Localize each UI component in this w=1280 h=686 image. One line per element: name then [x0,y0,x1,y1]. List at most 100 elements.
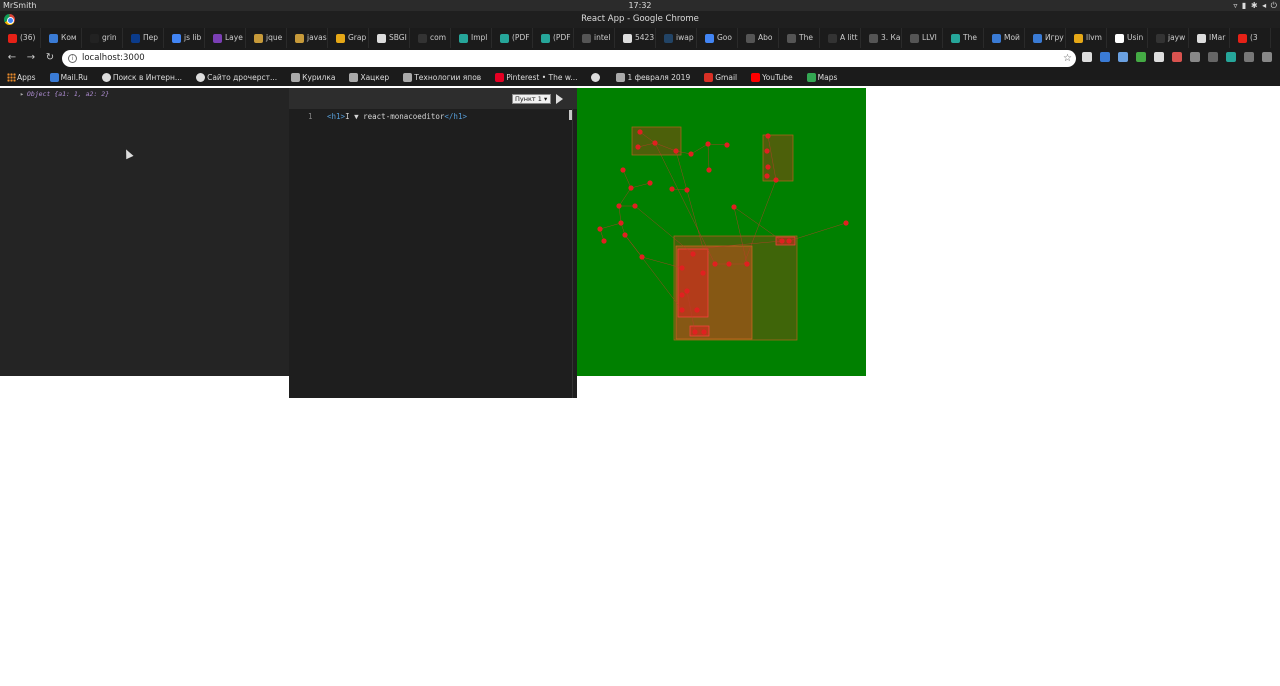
browser-tab[interactable]: IMar [1189,28,1230,48]
bookmark-item[interactable]: Поиск в Интерн... [96,69,182,86]
power-icon[interactable]: ⏻ [1271,1,1278,10]
graph-node[interactable] [679,307,685,313]
graph-node[interactable] [705,141,711,147]
graph-node[interactable] [744,261,750,267]
extension-icon[interactable] [1136,52,1146,62]
code-line[interactable]: <h1>I ▼ react-monacoeditor</h1> [327,112,467,121]
bookmark-item[interactable]: Maps [801,69,837,86]
bookmark-item[interactable]: Pinterest • The w... [489,69,577,86]
reload-icon[interactable]: ↻ [44,52,56,64]
bookmark-item[interactable]: Сайто дрочерст... [190,69,277,86]
graph-svg[interactable] [577,88,866,376]
browser-tab[interactable]: iwap [656,28,697,48]
browser-tab[interactable]: 3. Ка [861,28,902,48]
graph-node[interactable] [692,329,698,335]
browser-tab[interactable]: Abo [738,28,779,48]
graph-node[interactable] [724,142,730,148]
settings-icon[interactable]: ✱ [1251,1,1259,10]
browser-tab[interactable]: grin [82,28,123,48]
graph-node[interactable] [731,204,737,210]
graph-node[interactable] [635,144,641,150]
browser-tab[interactable]: intel [574,28,615,48]
extension-icon[interactable] [1262,52,1272,62]
graph-canvas[interactable] [577,88,866,376]
graph-node[interactable] [673,148,679,154]
extension-icon[interactable] [1100,52,1110,62]
wifi-icon[interactable]: ▿ [1233,1,1238,10]
graph-node[interactable] [712,261,718,267]
browser-tab[interactable]: A litt [820,28,861,48]
back-arrow-icon[interactable]: ← [6,52,18,64]
graph-node[interactable] [779,238,785,244]
graph-node[interactable] [616,203,622,209]
run-play-icon[interactable] [556,94,563,104]
graph-node[interactable] [652,140,658,146]
graph-node[interactable] [843,220,849,226]
browser-tab[interactable]: Usin [1107,28,1148,48]
bookmark-item[interactable]: Технологии япов [397,69,481,86]
graph-node[interactable] [765,164,771,170]
battery-icon[interactable]: ▮ [1242,1,1247,10]
graph-node[interactable] [764,173,770,179]
bookmark-item[interactable]: Apps [0,69,36,86]
bookmark-item[interactable]: Gmail [698,69,737,86]
graph-node[interactable] [684,187,690,193]
browser-tab[interactable]: Пер [123,28,164,48]
browser-tab[interactable]: Impl [451,28,492,48]
info-icon[interactable]: i [68,54,77,63]
graph-node[interactable] [628,185,634,191]
graph-node[interactable] [597,226,603,232]
graph-node[interactable] [764,148,770,154]
extension-icon[interactable] [1172,52,1182,62]
extension-icon[interactable] [1226,52,1236,62]
graph-node[interactable] [706,167,712,173]
graph-node[interactable] [679,265,685,271]
code-editor[interactable]: Пункт 1 ▾ 1 <h1>I ▼ react-monacoeditor</… [289,88,577,398]
console-log-entry[interactable]: ▸ Object {a1: 1, a2: 2} [20,90,109,98]
graph-node[interactable] [786,238,792,244]
graph-node[interactable] [637,129,643,135]
expand-triangle-icon[interactable]: ▸ [20,90,24,98]
graph-node[interactable] [694,307,700,313]
graph-node[interactable] [700,270,706,276]
graph-node[interactable] [622,232,628,238]
extension-icon[interactable] [1208,52,1218,62]
browser-tab[interactable]: (PDF [492,28,533,48]
system-tray[interactable]: ▿ ▮ ✱ ◂ ⏻ [1233,0,1278,11]
browser-tab[interactable]: Мой [984,28,1025,48]
browser-tab[interactable]: Goo [697,28,738,48]
extension-icon[interactable] [1244,52,1254,62]
extension-icon[interactable] [1082,52,1092,62]
browser-tab[interactable]: Ком [41,28,82,48]
bookmark-item[interactable]: YouTube [745,69,793,86]
graph-node[interactable] [679,292,685,298]
editor-scrollbar-track[interactable] [572,109,573,398]
browser-tab[interactable]: The [779,28,820,48]
address-bar[interactable]: i localhost:3000 ☆ [62,50,1076,67]
graph-node[interactable] [773,177,779,183]
graph-node[interactable] [618,220,624,226]
browser-tab[interactable]: (36) [0,28,41,48]
graph-node[interactable] [632,203,638,209]
browser-tab[interactable]: The [943,28,984,48]
menu-dropdown[interactable]: Пункт 1 ▾ [512,94,551,104]
bookmark-item[interactable]: Хацкер [343,69,389,86]
forward-arrow-icon[interactable]: → [25,52,37,64]
browser-tab[interactable]: llvm [1066,28,1107,48]
browser-tab[interactable]: 5423 [615,28,656,48]
graph-node[interactable] [647,180,653,186]
browser-tab[interactable]: com [410,28,451,48]
graph-node[interactable] [765,133,771,139]
graph-node[interactable] [690,251,696,257]
graph-node[interactable] [688,151,694,157]
graph-node[interactable] [669,186,675,192]
graph-node[interactable] [684,288,690,294]
bookmark-item[interactable]: 1 февраля 2019 [610,69,690,86]
graph-node[interactable] [639,254,645,260]
browser-tab[interactable]: SBGI [369,28,410,48]
bookmark-item[interactable] [585,69,602,86]
browser-tab[interactable]: js lib [164,28,205,48]
bookmark-star-icon[interactable]: ☆ [1063,50,1072,67]
graph-node[interactable] [701,329,707,335]
browser-tab[interactable]: Grap [328,28,369,48]
